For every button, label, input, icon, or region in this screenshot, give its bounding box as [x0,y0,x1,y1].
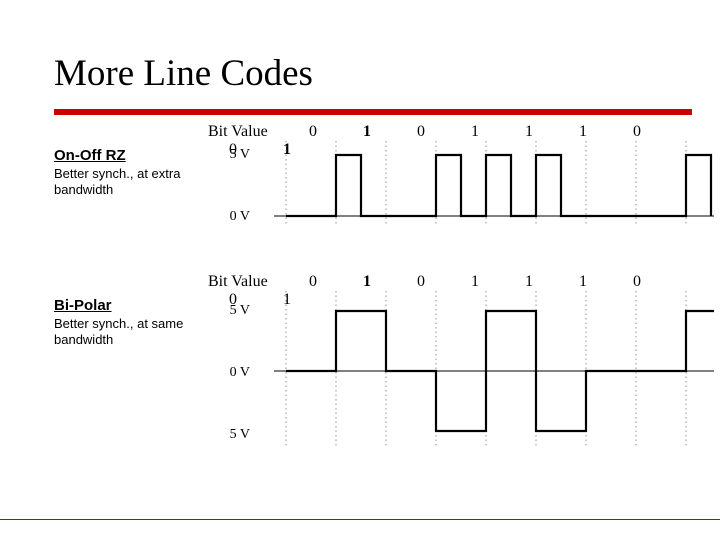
section-rz: Bit Value 0 1 0 1 1 1 0 0 1 On-Off RZ Be… [54,123,692,273]
rz-desc: Better synch., at extra bandwidth [54,166,198,197]
rz-name: On-Off RZ [54,147,198,164]
title-rule [54,109,692,115]
bp-name: Bi-Polar [54,297,198,314]
bit-value-label: Bit Value [208,273,284,291]
bp-hi-label: 5 V [210,303,250,319]
section-bipolar: Bit Value 0 1 0 1 1 1 0 0 1 Bi-Polar Bet… [54,273,692,483]
bp-zero-label: 0 V [210,365,250,381]
rz-lo-label: 0 V [210,209,250,225]
rz-hi-label: 5 V [210,147,250,163]
slide-title: More Line Codes [54,52,692,95]
footer-rule [0,518,720,520]
rz-waveform [254,141,720,251]
bp-lo-label: 5 V [210,427,250,443]
bit-value-label: Bit Value [208,123,284,141]
bp-waveform [254,291,720,471]
bp-desc: Better synch., at same bandwidth [54,316,198,347]
